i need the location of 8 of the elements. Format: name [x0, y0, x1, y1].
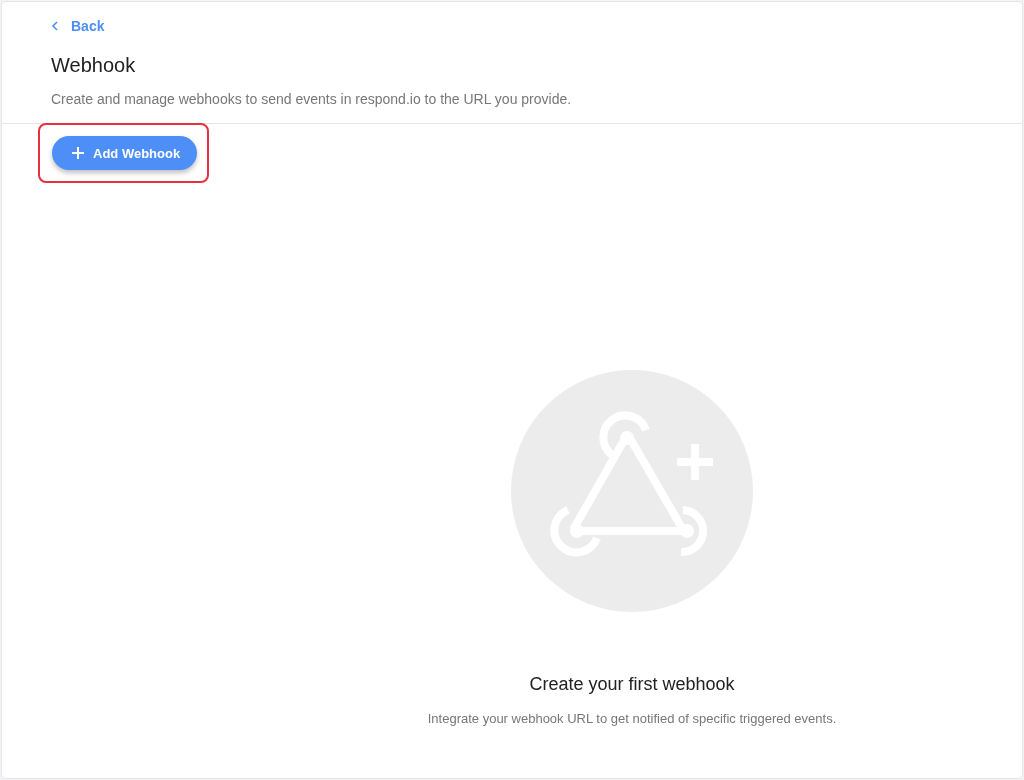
page-title: Webhook: [51, 54, 137, 77]
empty-state-title: Create your first webhook: [529, 674, 735, 695]
back-link[interactable]: Back: [51, 16, 105, 36]
chevron-left-icon: [51, 21, 59, 31]
add-webhook-button[interactable]: Add Webhook: [52, 136, 198, 170]
page-description: Create and manage webhooks to send events in respond.io to the URL you provide.: [51, 91, 573, 107]
empty-state-message: Integrate your webhook URL to get notified of specific triggered events.: [427, 711, 837, 726]
plus-icon: [71, 146, 85, 160]
